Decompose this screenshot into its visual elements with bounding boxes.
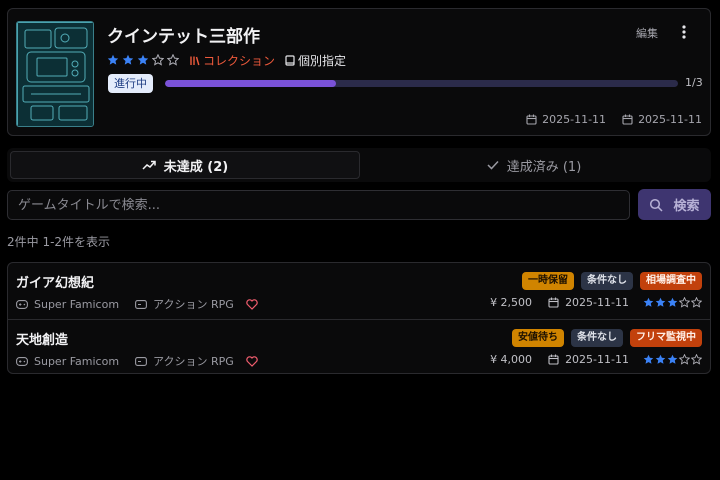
star-filled-icon <box>655 354 666 364</box>
game-platform: Super Famicom <box>34 297 120 311</box>
game-badges: 一時保留 条件なし 相場調査中 <box>522 272 702 290</box>
status-tabs: 未達成 (2) 達成済み (1) <box>7 148 711 182</box>
game-info: ¥ 2,500 2025-11-11 <box>490 296 702 309</box>
game-badges: 安値待ち 条件なし フリマ監視中 <box>512 329 702 347</box>
game-rating <box>643 297 702 308</box>
game-row[interactable]: ガイア幻想紀 一時保留 条件なし 相場調査中 Super Famicom アクシ… <box>8 263 710 319</box>
book-icon <box>285 54 295 66</box>
check-icon <box>487 160 499 170</box>
collection-label: コレクション <box>203 53 276 68</box>
gamepad-icon <box>16 299 28 309</box>
tab-completed[interactable]: 達成済み (1) <box>360 151 708 179</box>
calendar-start-icon <box>526 114 537 125</box>
collection-header-card: クインテット三部作 編集 コレクション 個別指定 進行中 1/3 2025-11… <box>7 8 711 136</box>
rating-stars <box>107 54 179 66</box>
collection-tag: コレクション <box>189 52 275 69</box>
market-badge: 相場調査中 <box>640 272 702 290</box>
result-count: 2件中 1-2件を表示 <box>7 235 111 249</box>
game-meta: Super Famicom アクション RPG <box>16 353 258 369</box>
game-platform: Super Famicom <box>34 354 120 368</box>
date-range: 2025-11-11 2025-11-11 <box>526 113 702 126</box>
individual-tag: 個別指定 <box>285 52 346 69</box>
favorite-heart-icon[interactable] <box>246 298 258 310</box>
condition-badge: 条件なし <box>571 329 623 347</box>
game-list: ガイア幻想紀 一時保留 条件なし 相場調査中 Super Famicom アクシ… <box>7 262 711 374</box>
star-filled-icon <box>137 54 149 65</box>
genre-icon <box>135 356 147 366</box>
condition-badge: 条件なし <box>581 272 633 290</box>
star-empty-icon <box>691 354 702 365</box>
game-genre: アクション RPG <box>153 355 234 368</box>
collection-cover-image <box>16 21 94 127</box>
market-badge: フリマ監視中 <box>630 329 702 347</box>
end-date-text: 2025-11-11 <box>638 113 702 126</box>
star-filled-icon <box>122 54 134 65</box>
trend-up-icon <box>142 160 156 170</box>
star-filled-icon <box>107 54 119 65</box>
game-meta: Super Famicom アクション RPG <box>16 296 258 312</box>
gamepad-icon <box>16 356 28 366</box>
tab-incomplete[interactable]: 未達成 (2) <box>10 151 360 179</box>
calendar-end-icon <box>622 114 633 125</box>
progress-bar <box>165 80 678 87</box>
search-button[interactable]: 検索 <box>638 189 711 220</box>
game-price: ¥ 2,500 <box>490 296 533 309</box>
favorite-heart-icon[interactable] <box>246 355 258 367</box>
star-empty-icon <box>167 54 179 66</box>
start-date: 2025-11-11 <box>526 113 606 126</box>
start-date-text: 2025-11-11 <box>542 113 607 126</box>
collection-title: クインテット三部作 <box>107 27 260 47</box>
status-badge: 進行中 <box>108 74 153 93</box>
star-empty-icon <box>152 54 164 66</box>
star-empty-icon <box>691 297 702 308</box>
calendar-icon <box>548 297 559 308</box>
star-empty-icon <box>679 354 690 365</box>
star-filled-icon <box>667 354 678 364</box>
status-badge: 安値待ち <box>512 329 564 347</box>
game-info: ¥ 4,000 2025-11-11 <box>490 353 702 366</box>
game-title: ガイア幻想紀 <box>16 276 95 291</box>
star-filled-icon <box>643 354 654 364</box>
search-button-label: 検索 <box>673 199 700 214</box>
individual-label: 個別指定 <box>298 53 347 68</box>
end-date: 2025-11-11 <box>622 113 702 126</box>
star-empty-icon <box>679 297 690 308</box>
game-date: 2025-11-11 <box>565 353 629 366</box>
genre-icon <box>135 299 147 309</box>
status-badge: 一時保留 <box>522 272 574 290</box>
progress-fill <box>165 80 336 87</box>
game-genre: アクション RPG <box>153 298 234 311</box>
progress-text: 1/3 <box>685 76 703 89</box>
star-filled-icon <box>667 297 678 307</box>
game-date: 2025-11-11 <box>565 296 629 309</box>
game-row[interactable]: 天地創造 安値待ち 条件なし フリマ監視中 Super Famicom アクショ… <box>8 319 710 375</box>
library-icon <box>190 56 200 65</box>
search-icon <box>650 198 664 212</box>
collection-meta: コレクション 個別指定 <box>107 52 346 68</box>
search-input[interactable] <box>7 190 630 220</box>
game-title: 天地創造 <box>16 333 69 348</box>
edit-button[interactable]: 編集 <box>632 24 662 42</box>
game-rating <box>643 354 702 365</box>
tab-incomplete-label: 未達成 (2) <box>163 159 229 175</box>
star-filled-icon <box>643 297 654 307</box>
star-filled-icon <box>655 297 666 307</box>
game-price: ¥ 4,000 <box>490 353 533 366</box>
tab-completed-label: 達成済み (1) <box>506 159 582 175</box>
more-options-icon[interactable] <box>675 22 693 42</box>
calendar-icon <box>548 354 559 365</box>
